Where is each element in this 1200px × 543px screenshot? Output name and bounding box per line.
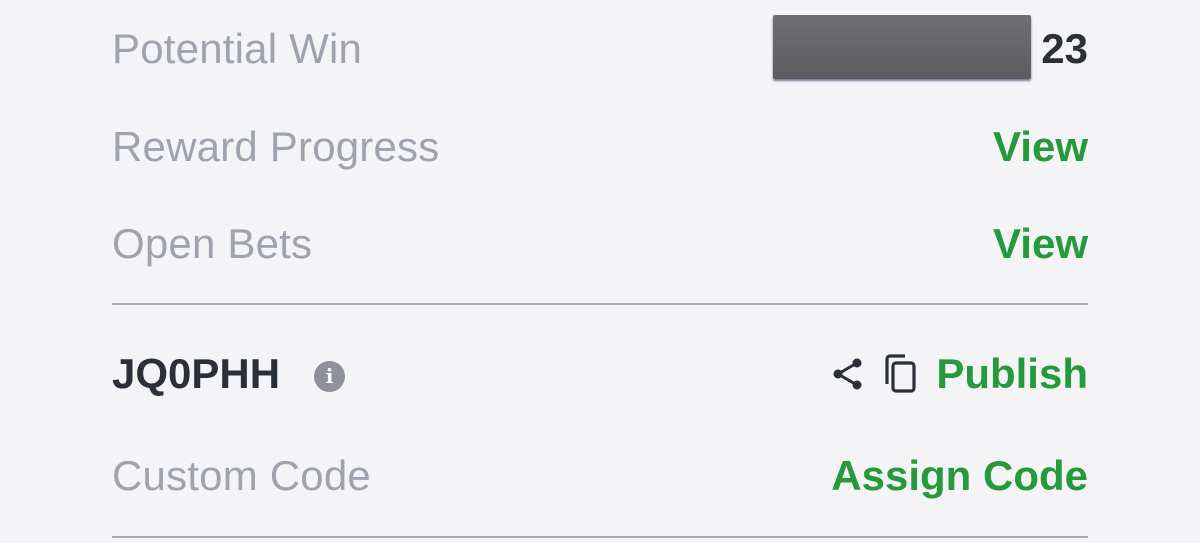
open-bets-label: Open Bets: [112, 220, 313, 267]
potential-win-value: 23: [1041, 25, 1088, 72]
section-divider: [112, 303, 1088, 305]
bet-code-row: JQ0PHH i Publish: [112, 344, 1088, 404]
info-icon[interactable]: i: [314, 360, 346, 392]
reward-progress-view-link[interactable]: View: [993, 123, 1088, 171]
copy-icon[interactable]: [883, 354, 917, 394]
open-bets-row: Open Bets View: [112, 214, 1088, 274]
custom-code-label: Custom Code: [112, 452, 371, 499]
potential-win-label: Potential Win: [112, 25, 363, 72]
bet-code-group: JQ0PHH i: [112, 350, 346, 398]
share-icon[interactable]: [831, 357, 865, 391]
bottom-divider: [112, 536, 1088, 538]
assign-code-button[interactable]: Assign Code: [831, 452, 1088, 500]
open-bets-view-link[interactable]: View: [993, 220, 1088, 268]
reward-progress-label: Reward Progress: [112, 123, 440, 170]
publish-button[interactable]: Publish: [936, 350, 1088, 398]
custom-code-row: Custom Code Assign Code: [112, 446, 1088, 506]
bet-code: JQ0PHH: [112, 350, 281, 397]
reward-progress-row: Reward Progress View: [112, 117, 1088, 177]
bet-code-actions: Publish: [831, 350, 1088, 398]
redacted-value-block: [773, 15, 1031, 79]
